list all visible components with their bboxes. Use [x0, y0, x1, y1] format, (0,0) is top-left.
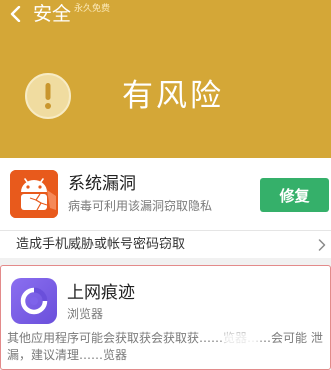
redaction-patch [223, 332, 259, 346]
browser-trace-card[interactable]: 上网痕迹 浏览器 其他应用程序可能会获取获会获取获……览器……会可能 泄漏，建议… [0, 265, 331, 370]
threat-summary-text: 造成手机威胁或帐号密码窃取 [16, 237, 186, 252]
browser-trace-title: 上网痕迹 [67, 283, 135, 303]
redaction-patch [227, 348, 271, 362]
warning-icon [25, 73, 71, 119]
back-arrow-icon[interactable] [8, 6, 24, 22]
vulnerability-title: 系统漏洞 [68, 174, 136, 194]
threat-summary-row[interactable]: 造成手机威胁或帐号密码窃取 [0, 231, 331, 258]
page-subtitle: 永久免费 [74, 4, 111, 14]
risk-status-text: 有风险 [122, 78, 224, 114]
chevron-right-icon [318, 239, 326, 251]
vulnerability-card: 系统漏洞 病毒可利用该漏洞窃取隐私 修复 造成手机威胁或帐号密码窃取 [0, 158, 331, 258]
security-screen: 安全 永久免费 有风险 系统漏洞 病毒可利用该漏洞窃取隐私 修复 造成手机威胁或… [0, 0, 331, 370]
android-app-icon [10, 170, 58, 218]
browser-trace-description: 其他应用程序可能会获取获会获取获……览器……会可能 泄漏，建议清理……览器 [7, 331, 323, 362]
page-title: 安全 [33, 3, 72, 25]
vulnerability-description: 病毒可利用该漏洞窃取隐私 [68, 199, 213, 213]
risk-header: 安全 永久免费 有风险 [0, 0, 331, 158]
browser-app-icon [11, 278, 57, 324]
fix-button[interactable]: 修复 [260, 178, 329, 212]
browser-trace-category: 浏览器 [67, 307, 104, 321]
